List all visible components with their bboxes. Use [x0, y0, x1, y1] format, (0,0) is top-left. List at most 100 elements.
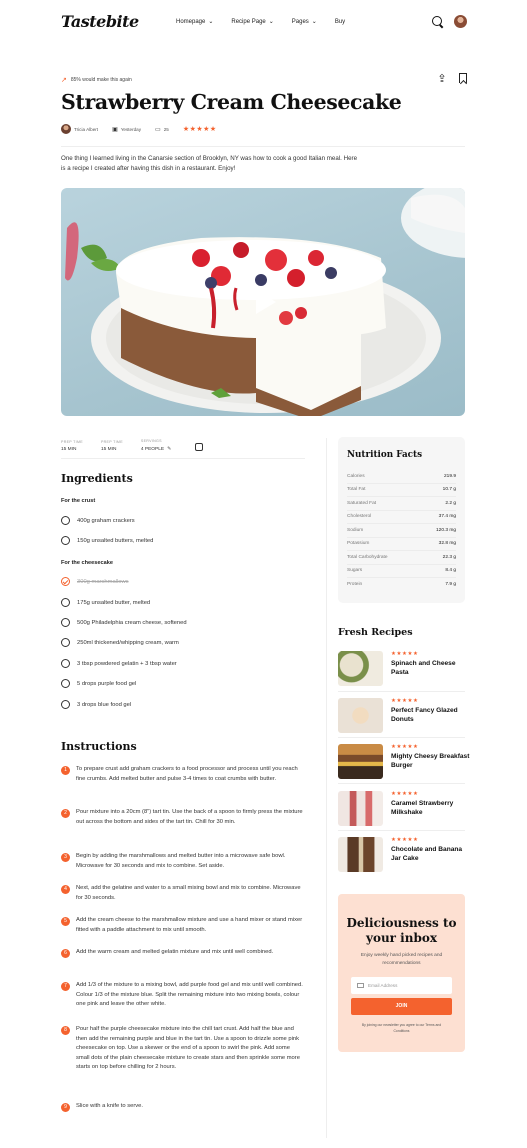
nutrition-row: Saturated Fat 2.2 g	[347, 497, 456, 511]
play-icon[interactable]	[246, 285, 280, 319]
step-number: 4	[61, 885, 70, 894]
nav-buy[interactable]: Buy	[335, 18, 345, 25]
nutrition-key: Sugars	[347, 568, 363, 574]
rating-stars: ★★★★★	[391, 837, 419, 843]
email-field[interactable]: Email Address	[351, 977, 452, 994]
ingredient-text: 3 tbsp powdered gelatin + 3 tbsp water	[77, 660, 177, 667]
author-name: Tricia Albert	[74, 126, 99, 132]
divider	[338, 783, 465, 784]
step-text: Add 1/3 of the mixture to a mixing bowl,…	[76, 982, 303, 1007]
nav-pages-label: Pages	[291, 18, 309, 25]
nav-recipe-page[interactable]: Recipe Page ⌄	[231, 18, 273, 26]
ingredient-item[interactable]: 3 tbsp powdered gelatin + 3 tbsp water	[61, 659, 177, 668]
nutrition-value: 219.9	[443, 473, 456, 479]
logo[interactable]: Tastebite	[61, 12, 139, 31]
checkbox[interactable]	[61, 598, 70, 607]
fresh-recipe-card[interactable]: ★★★★★ Mighty Cheesy Breakfast Burger	[338, 744, 471, 779]
checkbox[interactable]	[61, 700, 70, 709]
fresh-recipe-body: ★★★★★ Perfect Fancy Glazed Donuts	[391, 698, 471, 733]
step-number: 8	[61, 1026, 70, 1035]
rating-stars[interactable]: ★★★★★	[183, 125, 217, 133]
bookmark-icon[interactable]	[459, 73, 467, 83]
nutrition-value: 2.2 g	[445, 500, 456, 506]
checkbox[interactable]	[61, 638, 70, 647]
newsletter-box: Deliciousness to your inbox Enjoy weekly…	[338, 894, 465, 1052]
rating-note-text: 85% would make this again	[70, 77, 132, 83]
ingredient-item[interactable]: 175g unsalted butter, melted	[61, 598, 150, 607]
nutrition-key: Sodium	[347, 527, 364, 533]
step-number: 6	[61, 949, 70, 958]
nutrition-key: Protein	[347, 582, 363, 588]
instruction-step: 8 Pour half the purple cheesecake mixture…	[61, 1025, 305, 1073]
rating-stars: ★★★★★	[391, 791, 419, 797]
comment-icon: ▭	[155, 126, 161, 133]
avatar[interactable]	[454, 15, 467, 28]
ingredient-text: 3 drops blue food gel	[77, 701, 132, 708]
fresh-recipe-card[interactable]: ★★★★★ Spinach and Cheese Pasta	[338, 651, 471, 686]
nav-homepage[interactable]: Homepage ⌄	[176, 18, 213, 26]
nutrition-heading: Nutrition Facts	[347, 450, 423, 460]
ingredient-item[interactable]: 150g unsalted butters, melted	[61, 536, 153, 545]
date: ▣ Yesterday	[112, 126, 141, 133]
step-number: 5	[61, 917, 70, 926]
step-text: Pour half the purple cheesecake mixture …	[76, 1026, 300, 1070]
checkbox[interactable]	[61, 659, 70, 668]
author[interactable]: Tricia Albert	[61, 124, 98, 134]
nutrition-row: Total Carbohydrate 22.3 g	[347, 551, 456, 565]
print-icon[interactable]	[195, 443, 204, 451]
instruction-step: 2 Pour mixture into a 20cm (8") tart tin.…	[61, 808, 305, 827]
fresh-recipe-card[interactable]: ★★★★★ Caramel Strawberry Milkshake	[338, 791, 471, 826]
author-avatar	[61, 124, 71, 134]
instructions-heading: Instructions	[61, 740, 137, 753]
rating-stars: ★★★★★	[391, 744, 419, 750]
divider	[338, 830, 465, 831]
nutrition-row: Sugars 8.4 g	[347, 565, 456, 578]
checkbox[interactable]	[61, 618, 70, 627]
ingredient-item[interactable]: 3 drops blue food gel	[61, 700, 131, 709]
recipe-thumbnail	[338, 837, 383, 872]
join-button[interactable]: JOIN	[351, 998, 452, 1015]
recipe-meta: Tricia Albert ▣ Yesterday ▭ 25 ★★★★★	[61, 124, 217, 134]
fresh-recipe-body: ★★★★★ Chocolate and Banana Jar Cake	[391, 837, 471, 872]
recipe-name: Mighty Cheesy Breakfast Burger	[391, 753, 470, 769]
ingredient-item[interactable]: 300g marshmallows	[61, 577, 129, 586]
ingredient-text: 500g Philadelphia cream cheese, softened	[77, 619, 187, 626]
recipe-info: PREP TIME 15 MIN PREP TIME 15 MIN SERVIN…	[61, 439, 204, 452]
recipe-name: Spinach and Cheese Pasta	[391, 660, 456, 676]
search-icon[interactable]	[432, 15, 444, 28]
ingredient-item[interactable]: 5 drops purple food gel	[61, 679, 136, 688]
fresh-recipe-card[interactable]: ★★★★★ Perfect Fancy Glazed Donuts	[338, 698, 471, 733]
nutrition-row: Cholesterol 37.4 mg	[347, 511, 456, 524]
crust-group-title: For the crust	[61, 498, 96, 504]
nutrition-key: Total Fat	[347, 487, 366, 493]
ingredient-item[interactable]: 250ml thickened/whipping cream, warm	[61, 638, 179, 647]
nutrition-value: 10.7 g	[442, 487, 456, 493]
divider	[61, 458, 305, 459]
divider	[338, 691, 465, 692]
ingredient-text: 250ml thickened/whipping cream, warm	[77, 639, 179, 646]
comments[interactable]: ▭ 25	[155, 126, 169, 133]
nav-pages[interactable]: Pages ⌄	[291, 18, 317, 26]
instruction-step: 3 Begin by adding the marshmallows and me…	[61, 852, 305, 871]
nutrition-row: Sodium 120.3 mg	[347, 524, 456, 538]
ingredient-item[interactable]: 500g Philadelphia cream cheese, softened	[61, 618, 187, 627]
ingredient-item[interactable]: 400g graham crackers	[61, 516, 135, 525]
fresh-recipes-heading: Fresh Recipes	[338, 627, 413, 638]
step-text: Slice with a knife to serve.	[76, 1103, 144, 1109]
recipe-name: Caramel Strawberry Milkshake	[391, 800, 454, 816]
instruction-step: 7 Add 1/3 of the mixture to a mixing bowl…	[61, 981, 305, 1010]
checkbox-checked[interactable]	[61, 577, 70, 586]
email-placeholder: Email Address	[368, 983, 398, 988]
rating-note: ↗ 85% would make this again	[61, 76, 132, 84]
cake-group-title: For the cheesecake	[61, 560, 113, 566]
recipe-video[interactable]	[61, 188, 465, 416]
nutrition-key: Saturated Fat	[347, 500, 377, 506]
recipe-actions: ⇪	[437, 73, 467, 85]
checkbox[interactable]	[61, 516, 70, 525]
checkbox[interactable]	[61, 536, 70, 545]
checkbox[interactable]	[61, 679, 70, 688]
edit-icon[interactable]: ✎	[167, 446, 171, 452]
share-icon[interactable]: ⇪	[437, 73, 447, 85]
fresh-recipe-card[interactable]: ★★★★★ Chocolate and Banana Jar Cake	[338, 837, 471, 872]
nutrition-value: 22.3 g	[442, 554, 456, 560]
